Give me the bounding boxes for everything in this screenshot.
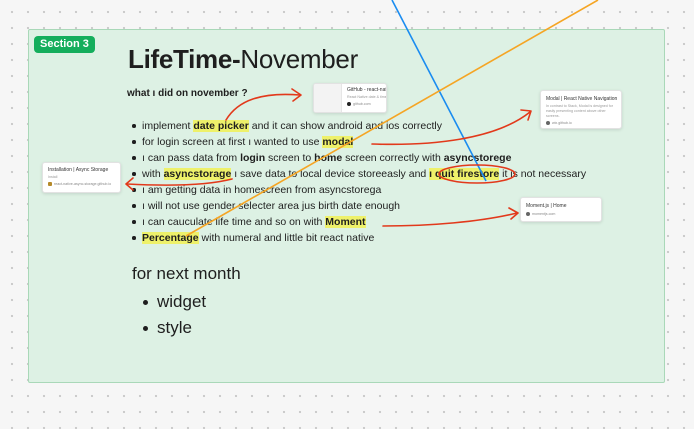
annotation-overlay [125,0,599,237]
red-arrow-moment[interactable] [382,207,519,227]
red-arrow-date-picker[interactable] [225,88,302,121]
red-arrow-asyncstorage[interactable] [125,177,233,191]
red-circle-quit-firestore[interactable] [438,164,516,184]
orange-line[interactable] [185,0,599,237]
